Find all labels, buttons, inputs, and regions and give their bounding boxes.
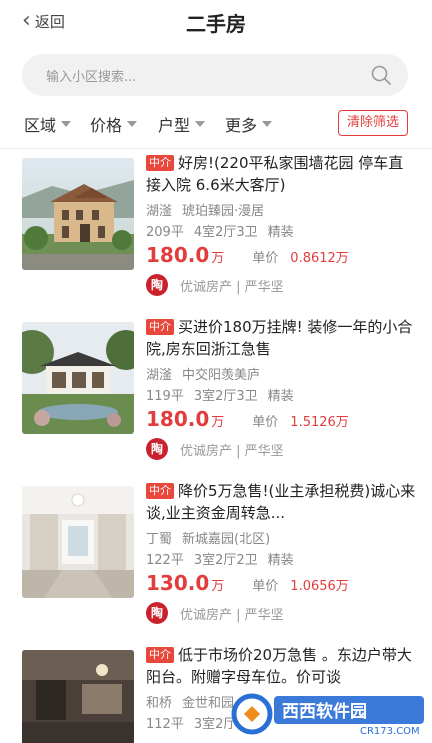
listing-photo[interactable] [22, 322, 134, 434]
community: 金世和园 [182, 696, 235, 711]
decoration: 精装 [267, 553, 294, 568]
listing-headline: 低于市场价20万急售 。东边户带大阳台。附赠字母车位。价可谈 [146, 646, 412, 686]
community: 中交阳羡美庐 [182, 368, 261, 383]
filter-region[interactable]: 区域 [24, 112, 72, 136]
area: 122平 [146, 553, 184, 568]
filter-label: 价格 [90, 116, 123, 135]
district: 湖滏 [146, 368, 173, 383]
listing-item[interactable]: 中介 降价5万急售!(业主承担税费)诚心来谈,业主资金周转急... 丁蜀 新城嘉园(… [0, 480, 432, 644]
listing-headline: 好房!(220平私家围墙花园 停车直接入院 6.6米大客厅) [146, 154, 404, 194]
search-bar[interactable]: 输入小区搜索... [22, 54, 408, 96]
price-unit: 万 [211, 251, 225, 266]
price-unit: 万 [211, 415, 225, 430]
filter-layout[interactable]: 户型 [158, 112, 206, 136]
search-input[interactable]: 输入小区搜索... [46, 66, 136, 85]
listing-item[interactable]: 中介 买进价180万挂牌! 装修一年的小合院,房东回浙江急售 湖滏 中交阳羡美庐 1… [0, 316, 432, 480]
clear-filters-button[interactable]: 清除筛选 [338, 110, 408, 136]
caret-down-icon [127, 121, 138, 127]
agency-row[interactable]: 陶优诚房产 | 严华坚 [146, 438, 284, 460]
listing-info: 中介 好房!(220平私家围墙花园 停车直接入院 6.6米大客厅) 湖滏 琥珀臻园·… [146, 152, 416, 296]
total-price: 180.0 [146, 243, 210, 267]
unit-price-label: 单价 [252, 579, 279, 594]
watermark-brand: 西西软件园 [282, 701, 367, 722]
area: 209平 [146, 225, 184, 240]
listing-headline: 降价5万急售!(业主承担税费)诚心来谈,业主资金周转急... [146, 482, 416, 522]
listing-info: 中介 降价5万急售!(业主承担税费)诚心来谈,业主资金周转急... 丁蜀 新城嘉园(… [146, 480, 416, 624]
listing-location: 丁蜀 新城嘉园(北区) [146, 528, 416, 547]
listing-title[interactable]: 中介 好房!(220平私家围墙花园 停车直接入院 6.6米大客厅) [146, 152, 416, 196]
price-row: 130.0 万 单价 1.0656万 [146, 571, 416, 597]
listing-item[interactable]: 中介 好房!(220平私家围墙花园 停车直接入院 6.6米大客厅) 湖滏 琥珀臻园·… [0, 152, 432, 316]
room-layout: 3室2厅3卫 [193, 389, 258, 404]
agency-logo: 陶 [146, 438, 168, 460]
price-unit: 万 [211, 579, 225, 594]
agent-tag: 中介 [146, 647, 174, 663]
watermark-logo: 西西软件园 CR173.COM [231, 693, 424, 737]
filter-bar: 区域 价格 户型 更多 清除筛选 [0, 108, 432, 140]
listing-photo[interactable] [22, 650, 134, 743]
price-row: 180.0 万 单价 0.8612万 [146, 243, 416, 269]
listing-info: 中介 买进价180万挂牌! 装修一年的小合院,房东回浙江急售 湖滏 中交阳羡美庐 1… [146, 316, 416, 460]
agency-row[interactable]: 陶优诚房产 | 严华坚 [146, 602, 284, 624]
search-icon[interactable] [370, 64, 392, 86]
caret-down-icon [195, 121, 206, 127]
listing-specs: 119平 3室2厅3卫 精装 [146, 385, 416, 404]
caret-down-icon [61, 121, 72, 127]
listing-location: 湖滏 中交阳羡美庐 [146, 364, 416, 383]
agent-tag: 中介 [146, 483, 174, 499]
agency-logo: 陶 [146, 602, 168, 624]
watermark-domain: CR173.COM [360, 726, 420, 737]
filter-label: 区域 [24, 116, 57, 135]
total-price: 180.0 [146, 407, 210, 431]
listing-location: 湖滏 琥珀臻园·漫居 [146, 200, 416, 219]
listing-headline: 买进价180万挂牌! 装修一年的小合院,房东回浙江急售 [146, 318, 413, 358]
room-layout: 4室2厅3卫 [193, 225, 258, 240]
district: 湖滏 [146, 204, 173, 219]
filter-label: 更多 [225, 116, 258, 135]
room-layout: 3室2厅2卫 [193, 553, 258, 568]
listing-title[interactable]: 中介 买进价180万挂牌! 装修一年的小合院,房东回浙江急售 [146, 316, 416, 360]
header: ‹ 返回 二手房 [0, 0, 432, 46]
unit-price-label: 单价 [252, 415, 279, 430]
caret-down-icon [262, 121, 273, 127]
listing-specs: 122平 3室2厅2卫 精装 [146, 549, 416, 568]
agency-name: 优诚房产 | 严华坚 [180, 443, 284, 459]
unit-price: 1.0656万 [290, 579, 349, 594]
listing-title[interactable]: 中介 降价5万急售!(业主承担税费)诚心来谈,业主资金周转急... [146, 480, 416, 524]
community: 新城嘉园(北区) [182, 532, 271, 547]
unit-price: 1.5126万 [290, 415, 349, 430]
agency-name: 优诚房产 | 严华坚 [180, 279, 284, 295]
area: 119平 [146, 389, 184, 404]
listing-specs: 209平 4室2厅3卫 精装 [146, 221, 416, 240]
decoration: 精装 [267, 225, 294, 240]
listing-photo[interactable] [22, 486, 134, 598]
unit-price-label: 单价 [252, 251, 279, 266]
agency-name: 优诚房产 | 严华坚 [180, 607, 284, 623]
agent-tag: 中介 [146, 155, 174, 171]
listing-title[interactable]: 中介 低于市场价20万急售 。东边户带大阳台。附赠字母车位。价可谈 [146, 644, 416, 688]
agency-row[interactable]: 陶优诚房产 | 严华坚 [146, 274, 284, 296]
divider [0, 148, 432, 149]
filter-more[interactable]: 更多 [225, 112, 273, 136]
listing-photo[interactable] [22, 158, 134, 270]
page-title: 二手房 [186, 12, 246, 36]
agency-logo: 陶 [146, 274, 168, 296]
filter-label: 户型 [158, 116, 191, 135]
community: 琥珀臻园·漫居 [182, 204, 265, 219]
total-price: 130.0 [146, 571, 210, 595]
filter-price[interactable]: 价格 [90, 112, 138, 136]
agent-tag: 中介 [146, 319, 174, 335]
district: 和桥 [146, 696, 173, 711]
district: 丁蜀 [146, 532, 173, 547]
price-row: 180.0 万 单价 1.5126万 [146, 407, 416, 433]
decoration: 精装 [267, 389, 294, 404]
area: 112平 [146, 717, 184, 732]
unit-price: 0.8612万 [290, 251, 349, 266]
